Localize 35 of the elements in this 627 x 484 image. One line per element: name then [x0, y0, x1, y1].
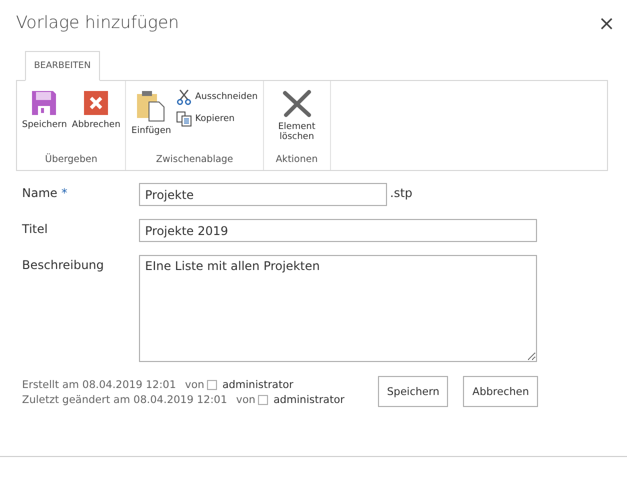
text-input-field[interactable]: Projekte [139, 183, 387, 206]
ribbon-button[interactable]: Ausschneiden [174, 88, 260, 106]
user-link[interactable]: administrator [273, 394, 344, 406]
audit-text: Erstellt am 08.04.2019 12:01 [22, 379, 176, 391]
user-presence-icon [258, 395, 268, 405]
text-input-field[interactable]: Projekte 2019 [139, 219, 537, 242]
cancel-icon [83, 90, 110, 116]
dialog-button[interactable]: Abbrechen [463, 376, 538, 407]
ribbon-button[interactable]: Kopieren [174, 110, 260, 128]
group-label: Übergeben [45, 154, 98, 167]
dialog-button[interactable]: Speichern [378, 376, 448, 407]
ribbon-button[interactable]: Abbrechen [70, 87, 122, 134]
ribbon-button[interactable]: Element löschen [266, 87, 327, 146]
description-field[interactable]: EIne Liste mit allen Projekten [139, 255, 537, 362]
clipboard-icon [136, 90, 166, 122]
audit-text: Zuletzt geändert am 08.04.2019 12:01 [22, 394, 228, 406]
group-label: Zwischenablage [156, 154, 234, 167]
required-mark: * [61, 186, 68, 200]
close-button[interactable]: × [596, 13, 617, 33]
group-label: Aktionen [276, 154, 318, 167]
field-label: Beschreibung [22, 258, 104, 272]
dialog-title: Vorlage hinzufügen [16, 13, 180, 33]
field-label: Titel [22, 222, 48, 236]
scissors-icon [176, 89, 192, 105]
file-extension: .stp [389, 185, 412, 200]
ribbon-button[interactable]: Speichern [20, 87, 69, 134]
by-label: von [185, 379, 204, 391]
ribbon-tab[interactable]: BEARBEITEN [25, 51, 100, 81]
user-presence-icon [207, 380, 218, 390]
user-link[interactable]: administrator [222, 379, 294, 391]
by-label: von [236, 394, 256, 406]
ribbon-button[interactable]: Einfügen [129, 87, 174, 140]
copy-icon [176, 111, 192, 127]
delete-x-icon [282, 90, 312, 118]
field-label: Name [22, 186, 58, 200]
